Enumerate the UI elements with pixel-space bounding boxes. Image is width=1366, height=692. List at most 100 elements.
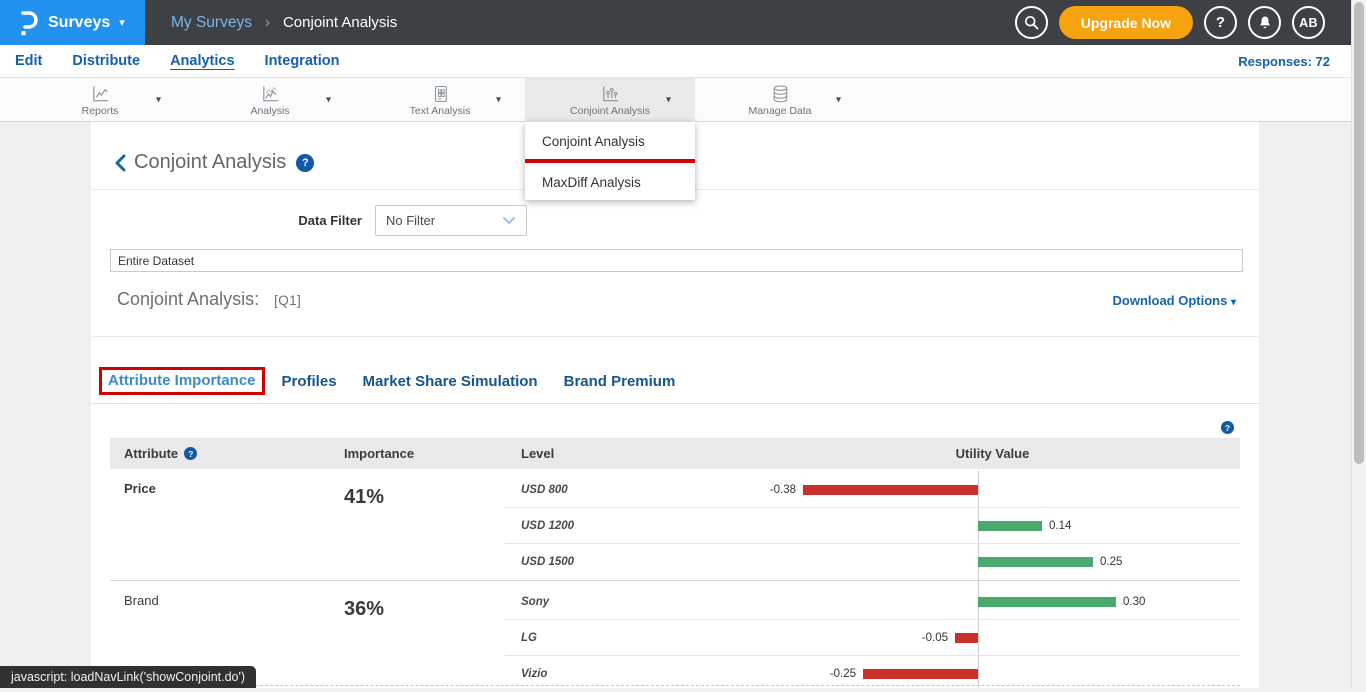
scrollbar[interactable] (1351, 0, 1366, 688)
toolbar-item-text-analysis[interactable]: Text Analysis ▾ (355, 78, 525, 122)
toolbar-item-conjoint-analysis[interactable]: Conjoint Analysis ▾ (525, 78, 695, 122)
result-tabs: Attribute Importance Profiles Market Sha… (91, 337, 1259, 404)
page-title: Conjoint Analysis (134, 151, 286, 174)
level-name: USD 1200 (505, 520, 745, 532)
header-importance: Importance (330, 446, 505, 461)
line-chart-icon (90, 84, 111, 104)
chevron-down-icon[interactable]: ▾ (836, 95, 841, 106)
database-icon (770, 84, 791, 104)
status-bar: javascript: loadNavLink('showConjoint.do… (0, 666, 256, 688)
question-icon: ? (1216, 14, 1225, 31)
toolbar-item-label: Conjoint Analysis (570, 105, 650, 117)
utility-value-label: -0.25 (830, 668, 856, 680)
download-options-label: Download Options (1113, 293, 1228, 308)
multi-line-chart-icon (260, 84, 281, 104)
nav-item-distribute[interactable]: Distribute (72, 53, 140, 69)
header-attribute-label: Attribute (124, 446, 178, 461)
level-row: USD 1200 0.14 (505, 508, 1240, 544)
help-button[interactable]: ? (1204, 6, 1237, 39)
menu-item-maxdiff-analysis[interactable]: MaxDiff Analysis (525, 163, 695, 200)
level-row: USD 800 -0.38 (505, 472, 1240, 508)
level-name: USD 800 (505, 484, 745, 496)
toolbar-item-label: Reports (82, 105, 119, 117)
scrollbar-thumb[interactable] (1354, 2, 1364, 464)
download-options-link[interactable]: Download Options ▾ (1113, 293, 1236, 308)
select-chevron-icon (502, 216, 516, 225)
utility-bar-cell: -0.25 (745, 656, 1240, 692)
utility-bar-cell: -0.05 (745, 620, 1240, 655)
attribute-help-icon[interactable]: ? (184, 447, 197, 460)
utility-bar (955, 633, 978, 643)
utility-value-label: 0.14 (1049, 520, 1071, 532)
menu-item-conjoint-analysis[interactable]: Conjoint Analysis (525, 122, 695, 159)
attribute-group: Price 41% USD 800 -0.38 USD 1200 0.14 US… (110, 469, 1240, 580)
survey-nav: Edit Distribute Analytics Integration Re… (0, 45, 1351, 78)
utility-table-body: Price 41% USD 800 -0.38 USD 1200 0.14 US… (110, 469, 1240, 692)
tab-attribute-importance[interactable]: Attribute Importance (108, 372, 256, 389)
level-name: USD 1500 (505, 556, 745, 568)
breadcrumb-parent[interactable]: My Surveys (171, 14, 252, 32)
tab-market-share-simulation[interactable]: Market Share Simulation (363, 373, 538, 390)
main-content: Conjoint Analysis ? Data Filter No Filte… (0, 122, 1351, 688)
question-reference: [Q1] (274, 293, 301, 308)
tab-profiles[interactable]: Profiles (282, 373, 337, 390)
topbar-actions: Upgrade Now ? AB (1015, 6, 1325, 39)
toolbar-item-manage-data[interactable]: Manage Data ▾ (695, 78, 865, 122)
utility-bar-cell: 0.14 (745, 508, 1240, 543)
bell-icon (1257, 14, 1273, 31)
level-row: LG -0.05 (505, 620, 1240, 656)
table-bottom-edge (110, 685, 1240, 686)
chevron-down-icon: ▾ (119, 16, 125, 29)
chevron-down-icon[interactable]: ▾ (666, 95, 671, 106)
utility-bar-cell: 0.30 (745, 584, 1240, 619)
nav-item-integration[interactable]: Integration (265, 53, 340, 69)
utility-bar (863, 669, 978, 679)
importance-value: 41% (330, 469, 505, 580)
level-row: Sony 0.30 (505, 584, 1240, 620)
notifications-button[interactable] (1248, 6, 1281, 39)
upgrade-button[interactable]: Upgrade Now (1059, 6, 1193, 39)
scatter-chart-icon (600, 84, 621, 104)
header-utility-value: Utility Value (745, 446, 1240, 461)
utility-table: Attribute ? Importance Level Utility Val… (110, 438, 1240, 692)
nav-item-edit[interactable]: Edit (15, 53, 42, 69)
top-bar: Surveys ▾ My Surveys › Conjoint Analysis… (0, 0, 1351, 45)
breadcrumb-separator-icon: › (265, 14, 270, 31)
responses-count: Responses: 72 (1238, 54, 1330, 69)
analysis-section-header: Conjoint Analysis: [Q1] Download Options… (91, 289, 1259, 310)
tab-brand-premium[interactable]: Brand Premium (564, 373, 676, 390)
toolbar-item-reports[interactable]: Reports ▾ (15, 78, 185, 122)
content-card: Conjoint Analysis ? Data Filter No Filte… (91, 122, 1259, 688)
utility-table-header: Attribute ? Importance Level Utility Val… (110, 438, 1240, 469)
header-level: Level (505, 446, 745, 461)
avatar[interactable]: AB (1292, 6, 1325, 39)
dataset-input[interactable] (110, 249, 1243, 272)
toolbar-item-analysis[interactable]: Analysis ▾ (185, 78, 355, 122)
annotation-box: Attribute Importance (99, 367, 265, 395)
attribute-group: Brand 36% Sony 0.30 LG -0.05 Vizio -0.25 (110, 580, 1240, 692)
product-switcher[interactable]: Surveys ▾ (0, 0, 145, 45)
table-help-icon[interactable]: ? (1221, 421, 1234, 434)
data-filter-select[interactable]: No Filter (375, 205, 527, 236)
chevron-down-icon[interactable]: ▾ (496, 95, 501, 106)
level-row: USD 1500 0.25 (505, 544, 1240, 580)
level-name: Sony (505, 596, 745, 608)
data-filter-label: Data Filter (91, 213, 362, 228)
utility-bar (803, 485, 978, 495)
chevron-down-icon[interactable]: ▾ (156, 95, 161, 106)
level-row: Vizio -0.25 (505, 656, 1240, 692)
questionpro-logo (15, 9, 39, 37)
utility-value-label: 0.30 (1123, 596, 1145, 608)
page-help-icon[interactable]: ? (296, 154, 314, 172)
chevron-down-icon[interactable]: ▾ (326, 95, 331, 106)
utility-value-label: -0.05 (922, 632, 948, 644)
utility-value-label: -0.38 (770, 484, 796, 496)
levels-container: USD 800 -0.38 USD 1200 0.14 USD 1500 0.2… (505, 469, 1240, 580)
search-button[interactable] (1015, 6, 1048, 39)
nav-item-analytics[interactable]: Analytics (170, 53, 234, 69)
back-chevron-icon[interactable] (113, 154, 127, 172)
toolbar-item-label: Manage Data (748, 105, 811, 117)
chevron-down-icon: ▾ (1231, 297, 1236, 308)
utility-bar (978, 521, 1042, 531)
utility-bar-cell: -0.38 (745, 472, 1240, 507)
